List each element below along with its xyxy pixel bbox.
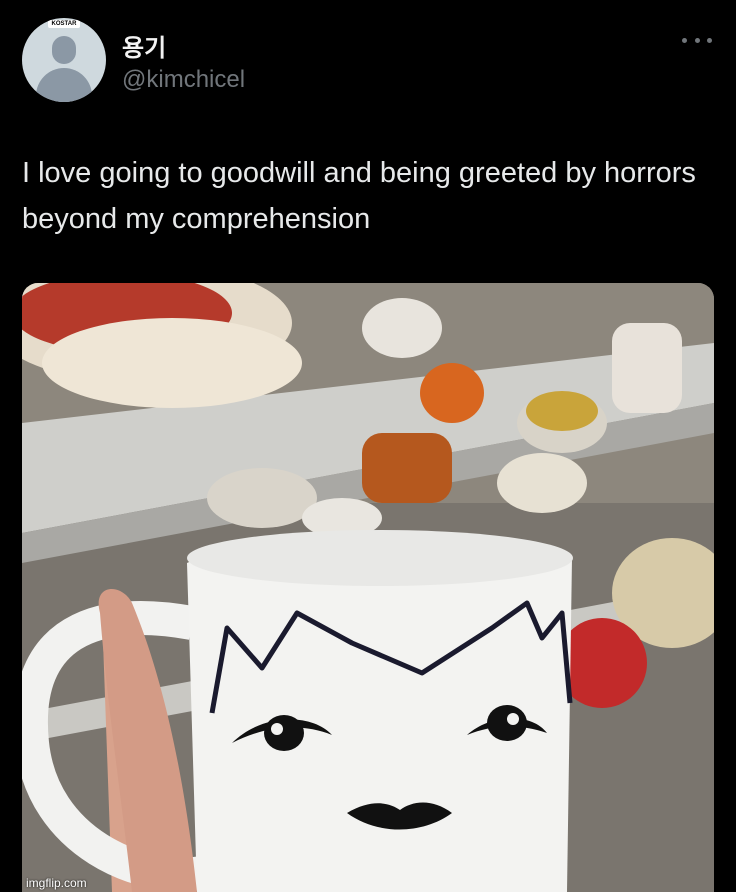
more-dots-icon[interactable]: [682, 32, 712, 48]
photo-illustration: [22, 283, 714, 892]
tweet-photo[interactable]: imgflip.com: [22, 283, 714, 892]
display-name[interactable]: 용기: [122, 28, 166, 63]
watermark: imgflip.com: [26, 876, 87, 890]
dot: [682, 37, 687, 43]
tweet-text: I love going to goodwill and being greet…: [22, 157, 696, 235]
dot: [694, 37, 700, 43]
avatar-head-shape: [52, 36, 76, 64]
avatar[interactable]: KOSTAR: [22, 18, 106, 102]
avatar-body-shape: [36, 68, 92, 102]
dot: [707, 37, 712, 43]
avatar-badge: KOSTAR: [48, 20, 80, 28]
user-handle[interactable]: @kimchicel: [122, 66, 245, 94]
tweet-header: KOSTAR 용기 @kimchicel: [22, 18, 722, 108]
